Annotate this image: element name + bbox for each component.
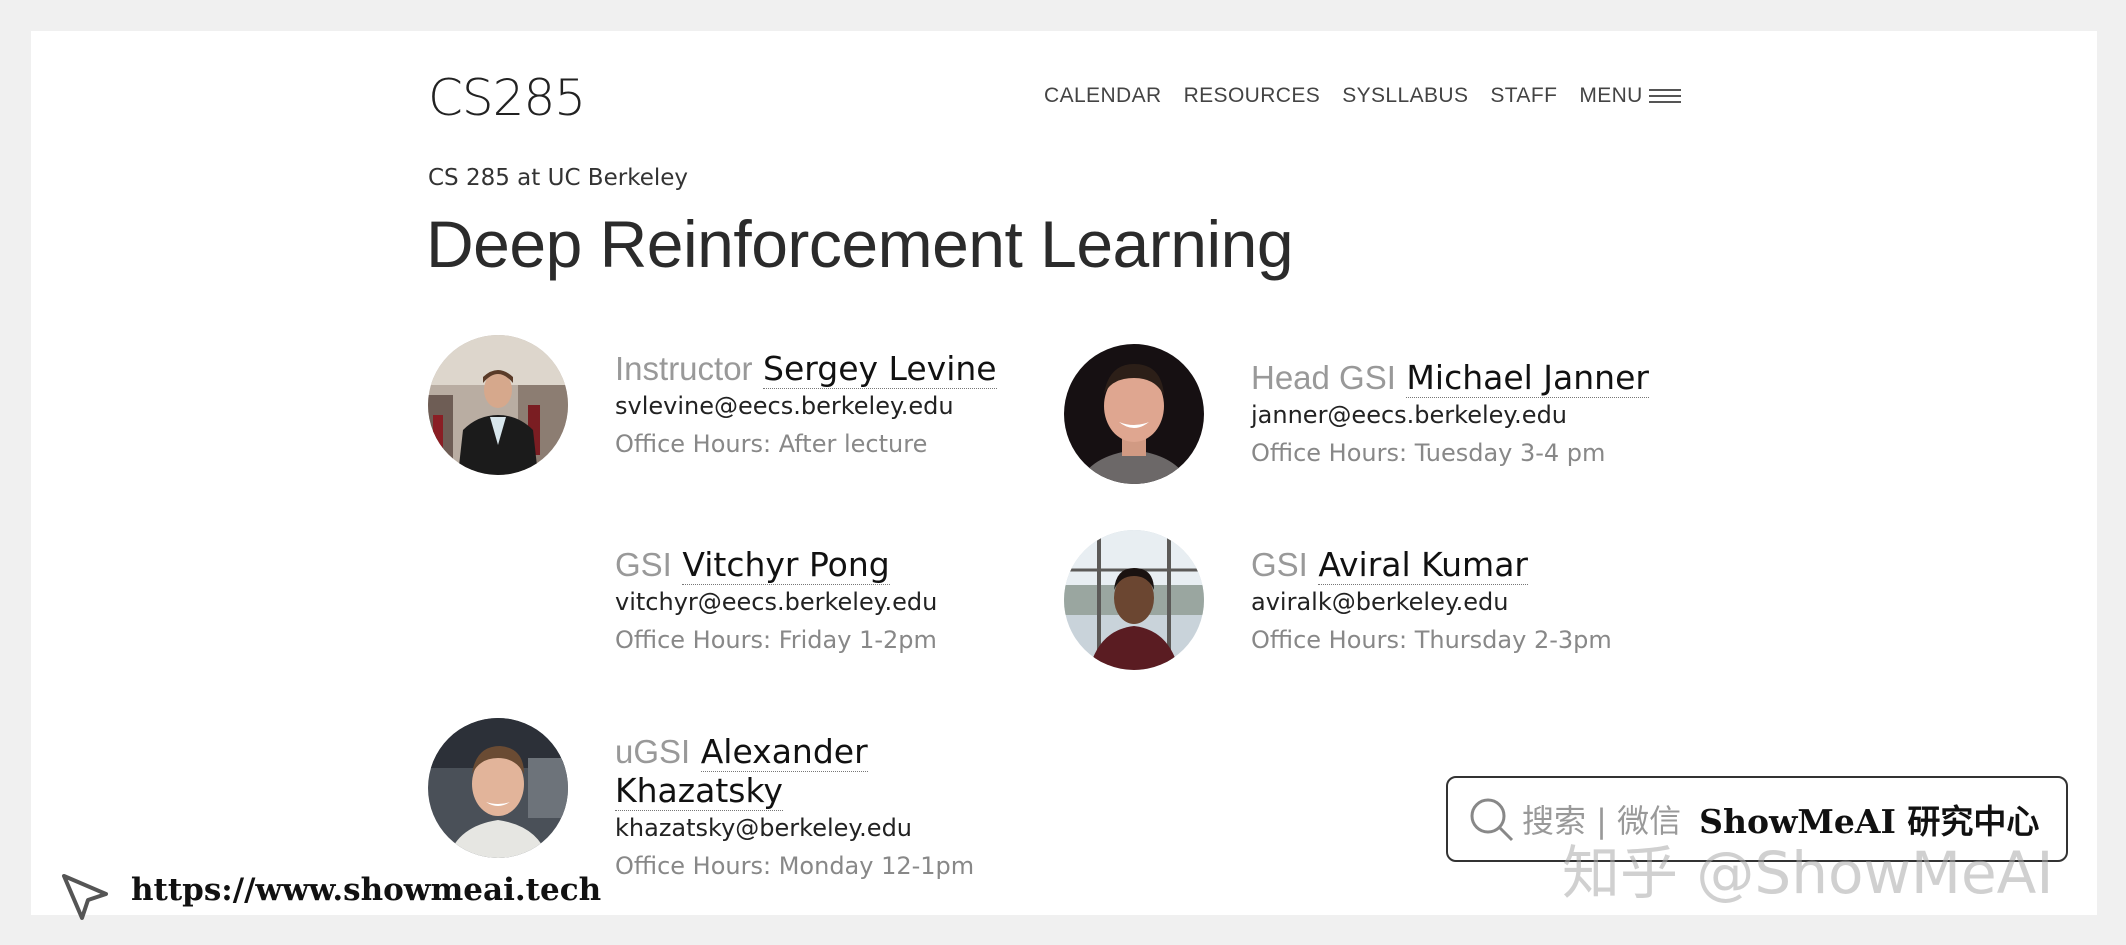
- staff-office-hours: Office Hours: Tuesday 3-4 pm: [1251, 439, 1606, 467]
- hamburger-icon: [1648, 89, 1681, 103]
- staff-email: aviralk@berkeley.edu: [1251, 588, 1509, 616]
- watermark-url: https://www.showmeai.tech: [131, 872, 602, 908]
- avatar-alexander-khazatsky: [428, 718, 568, 858]
- staff-role: GSI: [1251, 546, 1308, 583]
- staff-name-link[interactable]: Alexander: [700, 732, 868, 772]
- nav-staff[interactable]: STAFF: [1490, 84, 1557, 108]
- avatar-aviral-kumar: [1064, 530, 1204, 670]
- staff-name-link[interactable]: Aviral Kumar: [1318, 545, 1528, 585]
- staff-email: khazatsky@berkeley.edu: [615, 814, 913, 842]
- staff-card-sergey-levine: Instructor Sergey Levine svlevine@eecs.b…: [615, 349, 997, 458]
- site-brand[interactable]: CS285: [428, 69, 586, 127]
- staff-email: janner@eecs.berkeley.edu: [1251, 401, 1568, 429]
- menu-button[interactable]: MENU: [1579, 84, 1681, 108]
- staff-card-aviral-kumar: GSI Aviral Kumar aviralk@berkeley.edu Of…: [1251, 545, 1612, 654]
- staff-role: uGSI: [615, 733, 691, 770]
- staff-office-hours: Office Hours: After lecture: [615, 430, 928, 458]
- course-subtitle: CS 285 at UC Berkeley: [428, 165, 688, 191]
- staff-role: Head GSI: [1251, 359, 1396, 396]
- search-icon: [1470, 798, 1514, 842]
- nav-syllabus[interactable]: SYSLLABUS: [1342, 84, 1468, 108]
- staff-card-michael-janner: Head GSI Michael Janner janner@eecs.berk…: [1251, 358, 1649, 467]
- watermark-overlay-text: 知乎 @ShowMeAI: [1562, 839, 2054, 907]
- avatar-sergey-levine: [428, 335, 568, 475]
- staff-name-link[interactable]: Sergey Levine: [763, 349, 997, 389]
- menu-label: MENU: [1579, 84, 1643, 107]
- staff-email: vitchyr@eecs.berkeley.edu: [615, 588, 938, 616]
- staff-office-hours: Office Hours: Monday 12-1pm: [615, 852, 975, 880]
- staff-role: GSI: [615, 546, 672, 583]
- staff-email: svlevine@eecs.berkeley.edu: [615, 392, 954, 420]
- staff-office-hours: Office Hours: Friday 1-2pm: [615, 626, 937, 654]
- staff-name-link[interactable]: Michael Janner: [1406, 358, 1649, 398]
- staff-role: Instructor: [615, 350, 753, 387]
- nav-resources[interactable]: RESOURCES: [1184, 84, 1321, 108]
- top-nav: CALENDAR RESOURCES SYSLLABUS STAFF MENU: [1044, 84, 1681, 108]
- page-title: Deep Reinforcement Learning: [426, 207, 1294, 281]
- avatar-michael-janner: [1064, 344, 1204, 484]
- staff-name-link-line2[interactable]: Khazatsky: [615, 771, 783, 811]
- staff-name-link[interactable]: Vitchyr Pong: [682, 545, 890, 585]
- cursor-icon: [62, 874, 108, 920]
- staff-office-hours: Office Hours: Thursday 2-3pm: [1251, 626, 1612, 654]
- staff-card-alexander-khazatsky: uGSI Alexander Khazatsky khazatsky@berke…: [615, 732, 974, 880]
- nav-calendar[interactable]: CALENDAR: [1044, 84, 1162, 108]
- staff-card-vitchyr-pong: GSI Vitchyr Pong vitchyr@eecs.berkeley.e…: [615, 545, 937, 654]
